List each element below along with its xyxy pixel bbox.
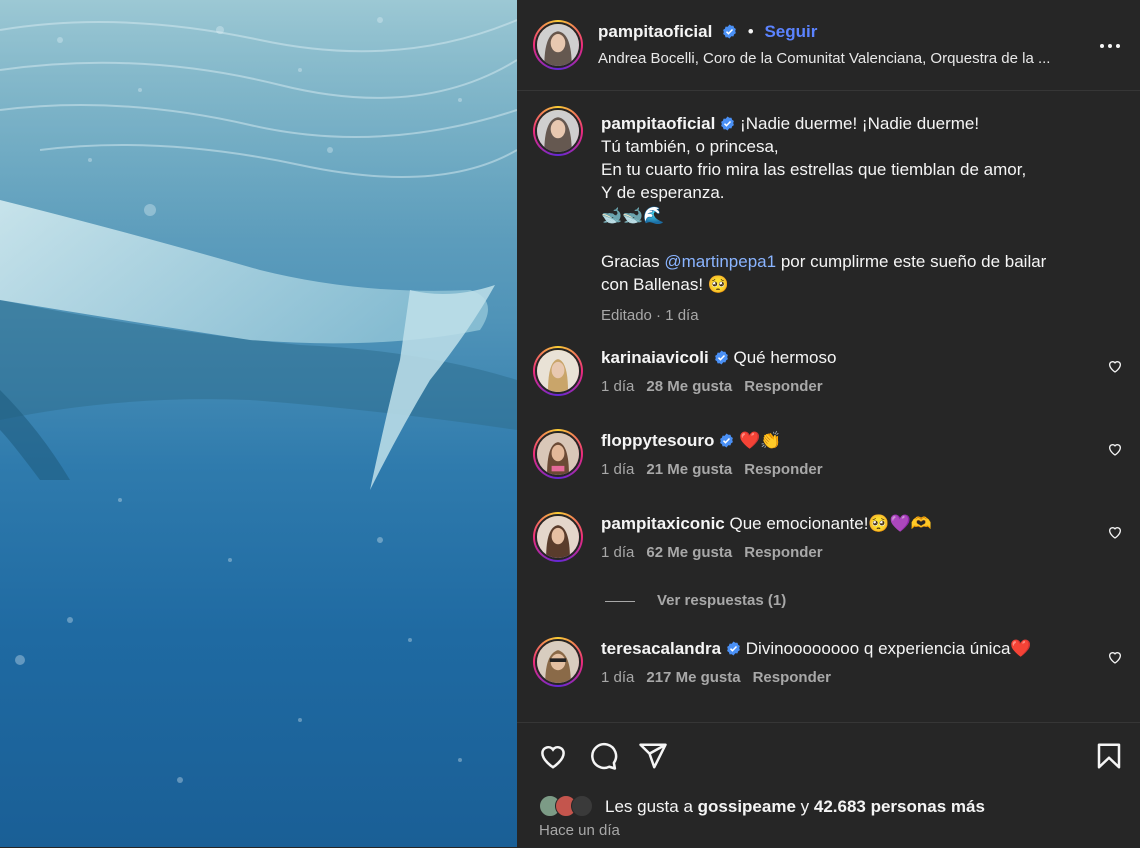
more-options-icon[interactable]	[1098, 34, 1122, 58]
commenter-username[interactable]: teresacalandra	[601, 639, 721, 658]
heart-icon[interactable]	[1107, 649, 1123, 665]
author-avatar[interactable]	[533, 20, 583, 70]
commenter-username[interactable]: karinaiavicoli	[601, 348, 709, 367]
likes-user[interactable]: gossipeame	[698, 797, 796, 816]
commenter-username[interactable]: floppytesouro	[601, 431, 714, 450]
follow-button[interactable]: Seguir	[764, 22, 817, 41]
caption-thanks: Gracias	[601, 252, 660, 271]
likes-count[interactable]: 42.683 personas más	[814, 797, 985, 816]
bookmark-icon[interactable]	[1094, 741, 1124, 771]
comment-likes[interactable]: 28 Me gusta	[646, 378, 732, 395]
post-panel: pampitaoficial • Seguir Andrea Bocelli, …	[517, 0, 1140, 847]
comment-item: pampitaxiconic Que emocionante!🥺💜🫶 1 día…	[533, 512, 1123, 582]
view-replies-button[interactable]: Ver respuestas (1)	[605, 592, 786, 609]
header-separator: •	[747, 22, 754, 41]
caption-username[interactable]: pampitaoficial	[601, 114, 715, 133]
comment-item: floppytesouro ❤️👏 1 día 21 Me gusta Respon…	[533, 429, 1123, 499]
caption-meta: Editado · 1 día	[601, 307, 699, 324]
heart-icon[interactable]	[1107, 358, 1123, 374]
commenter-avatar[interactable]	[533, 346, 583, 396]
comment-time: 1 día	[601, 378, 635, 395]
likes-mid: y	[800, 797, 810, 816]
post-media[interactable]	[0, 0, 517, 847]
verified-badge-icon	[727, 641, 740, 656]
view-replies-label: Ver respuestas (1)	[657, 592, 787, 609]
comment-text: Qué hermoso	[733, 348, 837, 367]
heart-icon[interactable]	[538, 741, 568, 771]
comment-time: 1 día	[601, 669, 635, 686]
verified-badge-icon	[723, 24, 736, 39]
share-icon[interactable]	[638, 741, 668, 771]
comment-text: Divinoooooooo q experiencia única❤️	[745, 639, 1032, 658]
caption-line: Y de esperanza.	[601, 183, 725, 202]
verified-badge-icon	[714, 350, 728, 365]
heart-icon[interactable]	[1107, 441, 1123, 457]
caption-line: Tú también, o princesa,	[601, 137, 779, 156]
comment-likes[interactable]: 62 Me gusta	[646, 544, 732, 561]
commenter-avatar[interactable]	[533, 637, 583, 687]
post-header: pampitaoficial • Seguir Andrea Bocelli, …	[517, 0, 1140, 91]
commenter-avatar[interactable]	[533, 429, 583, 479]
commenter-username[interactable]: pampitaxiconic	[601, 514, 725, 533]
underwater-whale-image	[0, 0, 517, 783]
reply-button[interactable]: Responder	[744, 461, 822, 478]
comment-icon[interactable]	[588, 741, 618, 771]
verified-badge-icon	[721, 116, 735, 131]
caption-line: ¡Nadie duerme! ¡Nadie duerme!	[740, 114, 980, 133]
likes-prefix: Les gusta a	[605, 797, 693, 816]
reply-button[interactable]: Responder	[753, 669, 831, 686]
liker-avatars	[539, 795, 599, 817]
commenter-avatar[interactable]	[533, 512, 583, 562]
comment-item: teresacalandra Divinoooooooo q experienc…	[533, 637, 1123, 707]
post-time: Hace un día	[539, 822, 620, 839]
caption-emojis: 🐋🐋🌊	[601, 206, 665, 225]
comment-time: 1 día	[601, 544, 635, 561]
comment-time: 1 día	[601, 461, 635, 478]
heart-icon[interactable]	[1107, 524, 1123, 540]
caption-thanks-rest: por cumplirme este sueño de bailar	[780, 252, 1047, 271]
comment-likes[interactable]: 217 Me gusta	[646, 669, 740, 686]
liker-avatar	[571, 795, 593, 817]
verified-badge-icon	[720, 433, 734, 448]
audio-attribution[interactable]: Andrea Bocelli, Coro de la Comunitat Val…	[598, 50, 1050, 67]
caption-line: En tu cuarto frio mira las estrellas que…	[601, 160, 1027, 179]
reply-button[interactable]: Responder	[744, 544, 822, 561]
caption-line: con Ballenas! 🥺	[601, 275, 729, 294]
comment-text: ❤️👏	[739, 431, 782, 450]
likes-summary[interactable]: Les gusta a gossipeame y 42.683 personas…	[539, 795, 985, 817]
post-actions: Les gusta a gossipeame y 42.683 personas…	[517, 722, 1140, 848]
replies-divider	[605, 600, 635, 602]
caption-avatar[interactable]	[533, 106, 583, 156]
comment-text: Que emocionante!🥺💜🫶	[729, 514, 932, 533]
comment-likes[interactable]: 21 Me gusta	[646, 461, 732, 478]
author-username[interactable]: pampitaoficial	[598, 22, 712, 41]
comment-item: karinaiavicoli Qué hermoso 1 día 28 Me gu…	[533, 346, 1123, 416]
post-caption: pampitaoficial ¡Nadie duerme! ¡Nadie due…	[601, 112, 1101, 327]
mention-link[interactable]: @martinpepa1	[664, 252, 776, 271]
reply-button[interactable]: Responder	[744, 378, 822, 395]
